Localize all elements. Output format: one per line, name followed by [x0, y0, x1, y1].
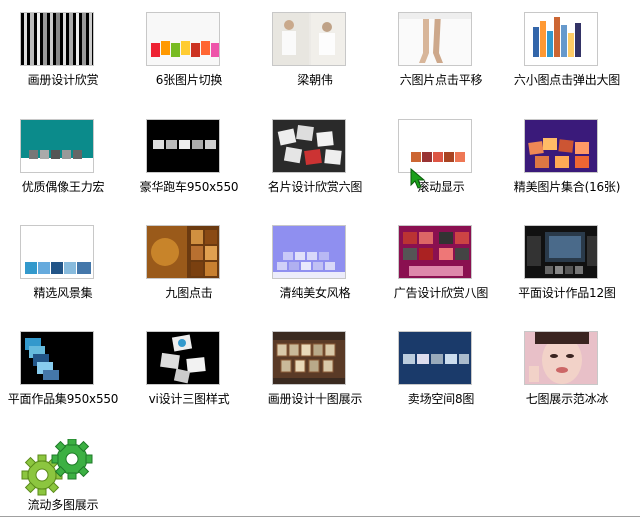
file-item[interactable]: 广告设计欣赏八图	[378, 213, 504, 313]
file-item-label: vi设计三图样式	[148, 392, 230, 406]
file-item-label: 名片设计欣赏六图	[267, 180, 363, 194]
divider	[0, 516, 640, 517]
file-item[interactable]: 七图展示范冰冰	[504, 319, 630, 419]
file-item[interactable]: 名片设计欣赏六图	[252, 107, 378, 207]
file-item[interactable]: 梁朝伟	[252, 0, 378, 100]
file-item-label: 卖场空间8图	[407, 392, 475, 406]
mouse-cursor-icon	[410, 167, 428, 194]
file-icon-grid: 画册设计欣赏 6张图片切换 梁朝伟 六图片点击平移 六小图点击弹出大图 优质偶像…	[0, 0, 640, 519]
file-item[interactable]: 卖场空间8图	[378, 319, 504, 419]
file-item[interactable]: 画册设计十图展示	[252, 319, 378, 419]
file-item[interactable]: 6张图片切换	[126, 0, 252, 100]
file-item[interactable]: 六图片点击平移	[378, 0, 504, 100]
file-item-label: 九图点击	[165, 286, 213, 300]
file-item[interactable]: 精选风景集	[0, 213, 126, 313]
file-item-label: 流动多图展示	[27, 498, 99, 512]
portrait-face-thumbnail	[524, 331, 598, 385]
file-item-label: 6张图片切换	[155, 73, 223, 87]
dark-thumbs-thumbnail	[146, 119, 220, 173]
file-item-label: 梁朝伟	[297, 73, 333, 87]
file-item-label: 清纯美女风格	[279, 286, 351, 300]
magenta-grid-thumbnail	[398, 225, 472, 279]
teal-banner-thumbnail	[20, 119, 94, 173]
file-item[interactable]: 平面作品集950x550	[0, 319, 126, 419]
file-item-label: 滚动显示	[417, 180, 465, 194]
file-item-label: 画册设计十图展示	[267, 392, 363, 406]
file-item[interactable]: 流动多图展示	[0, 425, 126, 525]
file-item[interactable]: 画册设计欣赏	[0, 0, 126, 100]
fruit-strip-thumbnail	[146, 12, 220, 66]
purple-collection-thumbnail	[524, 119, 598, 173]
people-photo-thumbnail	[272, 12, 346, 66]
file-item[interactable]: 精美图片集合(16张)	[504, 107, 630, 207]
file-item-label: 精美图片集合(16张)	[513, 180, 621, 194]
brown-frames-thumbnail	[272, 331, 346, 385]
color-bars-thumbnail	[524, 12, 598, 66]
file-item-label: 平面设计作品12图	[518, 286, 616, 300]
file-item[interactable]: 平面设计作品12图	[504, 213, 630, 313]
dark-gallery-thumbnail	[524, 225, 598, 279]
file-item-label: 七图展示范冰冰	[525, 392, 609, 406]
file-item-label: 豪华跑车950x550	[139, 180, 239, 194]
file-item-label: 平面作品集950x550	[7, 392, 119, 406]
file-item-label: 画册设计欣赏	[27, 73, 99, 87]
blue-stack-thumbnail	[20, 331, 94, 385]
file-item-label: 优质偶像王力宏	[21, 180, 105, 194]
scroll-strip-thumbnail	[398, 119, 472, 173]
lavender-checker-thumbnail	[272, 225, 346, 279]
file-item-label: 六图片点击平移	[399, 73, 483, 87]
file-item[interactable]: 九图点击	[126, 213, 252, 313]
gears-icon	[18, 438, 98, 499]
nine-grid-thumbnail	[146, 225, 220, 279]
file-item[interactable]: 六小图点击弹出大图	[504, 0, 630, 100]
file-item-label: 精选风景集	[33, 286, 93, 300]
file-item-label: 六小图点击弹出大图	[513, 73, 621, 87]
vertical-strips-thumbnail	[20, 12, 94, 66]
file-item[interactable]: 优质偶像王力宏	[0, 107, 126, 207]
tilted-photos-thumbnail	[146, 331, 220, 385]
navy-strip-thumbnail	[398, 331, 472, 385]
file-item-label: 广告设计欣赏八图	[393, 286, 489, 300]
legs-photo-thumbnail	[398, 12, 472, 66]
file-item[interactable]: 清纯美女风格	[252, 213, 378, 313]
file-item[interactable]: 豪华跑车950x550	[126, 107, 252, 207]
landscape-strip-thumbnail	[20, 225, 94, 279]
file-item[interactable]: vi设计三图样式	[126, 319, 252, 419]
file-item[interactable]: 滚动显示	[378, 107, 504, 207]
scattered-photos-thumbnail	[272, 119, 346, 173]
